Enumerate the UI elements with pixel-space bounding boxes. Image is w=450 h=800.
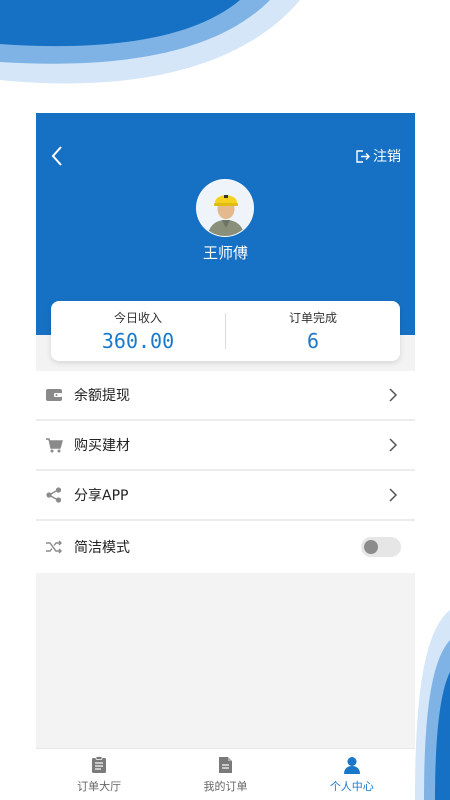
menu-item-simple-mode: 简洁模式 bbox=[36, 521, 415, 573]
stat-income: 今日收入 360.00 bbox=[51, 309, 225, 353]
stat-income-value: 360.00 bbox=[101, 329, 175, 353]
clipboard-icon bbox=[92, 755, 107, 773]
logout-icon bbox=[356, 149, 370, 163]
chevron-left-icon bbox=[51, 146, 62, 166]
menu-item-label: 余额提现 bbox=[74, 388, 130, 404]
person-icon bbox=[343, 756, 360, 774]
stat-income-label: 今日收入 bbox=[113, 311, 162, 325]
chevron-right-icon bbox=[389, 388, 398, 402]
share-icon bbox=[44, 485, 64, 505]
cart-icon bbox=[44, 435, 64, 455]
wallet-icon bbox=[44, 385, 64, 405]
tab-label: 订单大厅 bbox=[77, 779, 122, 793]
tab-label: 个人中心 bbox=[329, 779, 374, 793]
chevron-right-icon bbox=[389, 438, 398, 452]
stat-orders-value: 6 bbox=[306, 329, 320, 353]
menu-item-share-app[interactable]: 分享APP bbox=[36, 471, 415, 521]
menu-item-label: 简洁模式 bbox=[74, 540, 130, 556]
tab-order-hall[interactable]: 订单大厅 bbox=[36, 749, 162, 800]
back-button[interactable] bbox=[46, 145, 68, 167]
menu-item-buy-materials[interactable]: 购买建材 bbox=[36, 421, 415, 471]
menu-list: 余额提现 购买建材 分享APP 简洁模式 bbox=[36, 371, 415, 573]
chevron-right-icon bbox=[389, 488, 398, 502]
shuffle-icon bbox=[44, 537, 64, 557]
toggle-knob bbox=[364, 540, 378, 554]
tab-my-orders[interactable]: 我的订单 bbox=[162, 749, 288, 800]
stat-orders-label: 订单完成 bbox=[288, 311, 337, 325]
avatar[interactable] bbox=[196, 179, 254, 237]
username: 王师傅 bbox=[202, 244, 248, 262]
tab-label: 我的订单 bbox=[203, 779, 248, 793]
app-screen: 注销 王师傅 今日收入 360.00 订单完成 6 余额提现 购买建材 分享AP… bbox=[36, 113, 415, 800]
logout-button[interactable]: 注销 bbox=[355, 146, 401, 166]
worker-avatar-icon bbox=[197, 180, 253, 236]
menu-item-withdraw[interactable]: 余额提现 bbox=[36, 371, 415, 421]
stat-orders: 订单完成 6 bbox=[226, 309, 400, 353]
menu-item-label: 购买建材 bbox=[74, 438, 130, 454]
simple-mode-toggle[interactable] bbox=[361, 537, 401, 557]
stats-card: 今日收入 360.00 订单完成 6 bbox=[51, 301, 400, 361]
document-icon bbox=[218, 756, 232, 773]
logout-label: 注销 bbox=[373, 149, 401, 165]
bottom-tab-bar: 订单大厅 我的订单 个人中心 bbox=[36, 748, 415, 800]
tab-personal-center[interactable]: 个人中心 bbox=[289, 749, 415, 800]
menu-item-label: 分享APP bbox=[74, 488, 129, 504]
